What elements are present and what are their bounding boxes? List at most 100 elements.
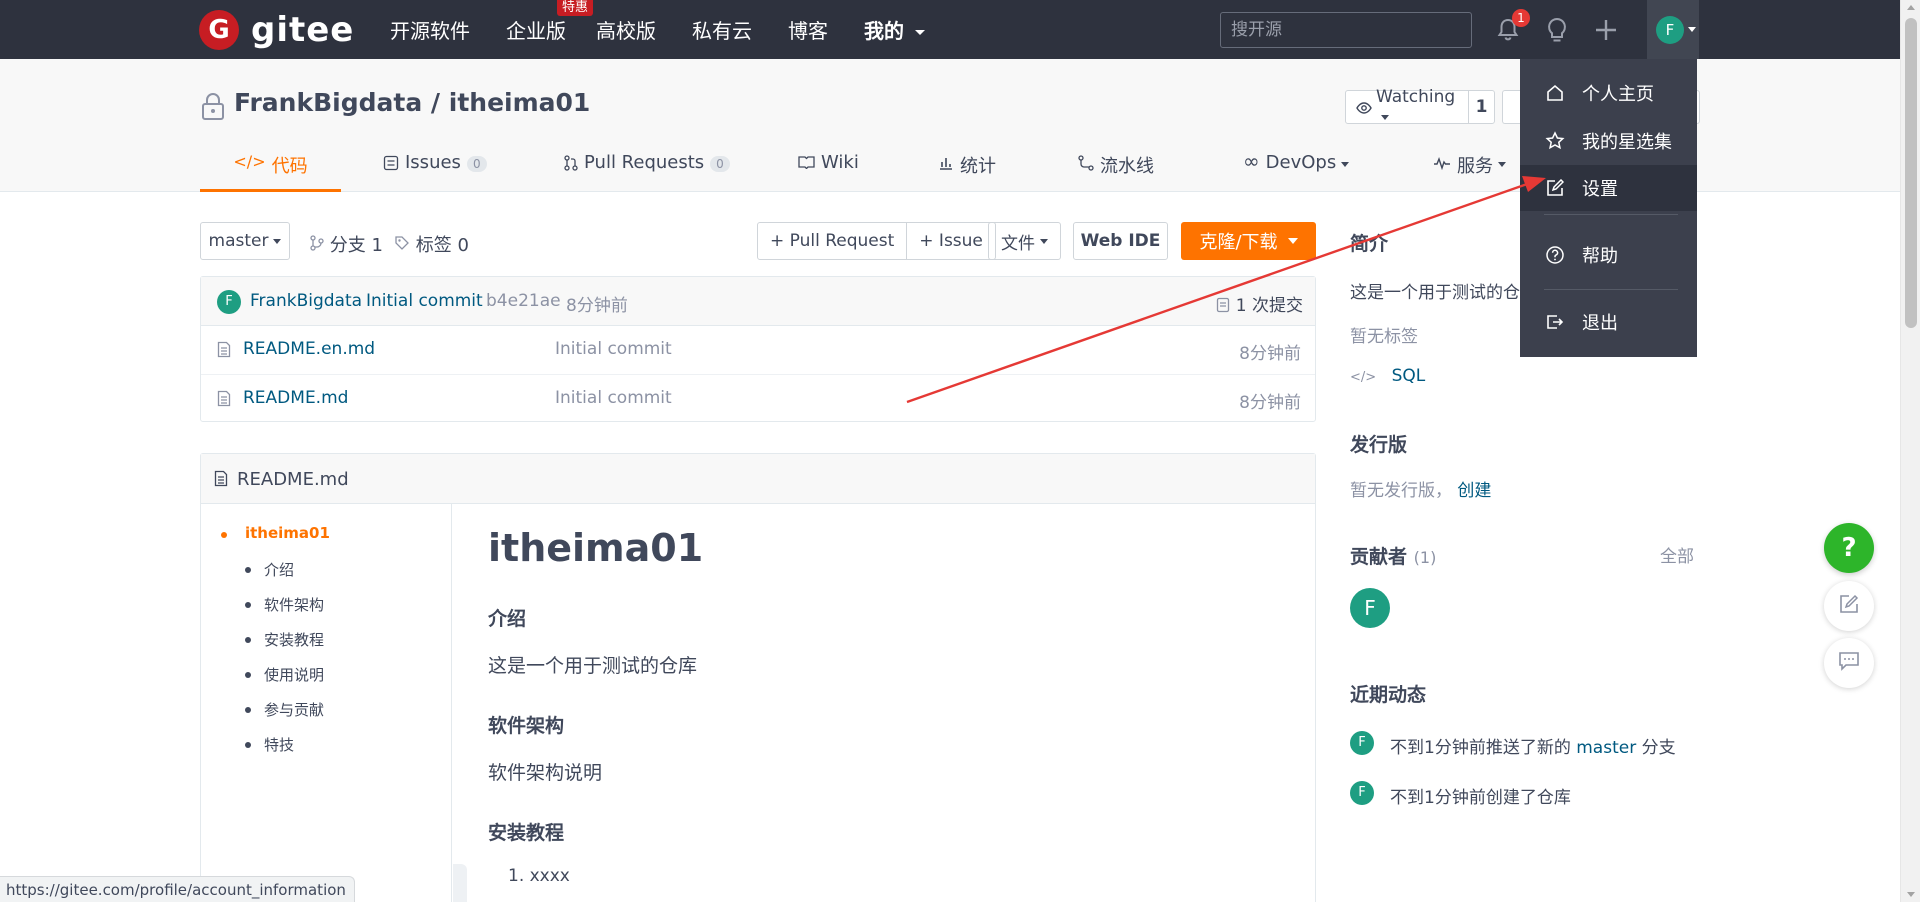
latest-commit-bar: F FrankBigdata Initial commit b4e21ae 8分…	[201, 277, 1315, 326]
service-icon	[1433, 152, 1451, 174]
menu-item-stars[interactable]: 我的星选集	[1520, 118, 1697, 164]
chat-fab-button[interactable]	[1824, 638, 1874, 688]
web-ide-button[interactable]: Web IDE	[1073, 222, 1168, 260]
repo-title[interactable]: FrankBigdata / itheima01	[234, 88, 590, 117]
no-tags-text: 暂无标签	[1350, 327, 1418, 347]
gitee-logo[interactable]: G gitee	[199, 10, 354, 50]
activity-branch-link[interactable]: master	[1576, 738, 1636, 758]
sidebar-release-heading: 发行版	[1350, 434, 1408, 456]
nav-private-cloud[interactable]: 私有云	[692, 15, 752, 44]
pull-request-icon	[564, 152, 578, 175]
branches-count: 分支 1	[329, 235, 383, 256]
tab-stats[interactable]: 统计	[938, 144, 996, 192]
all-contributors-link[interactable]: 全部	[1660, 542, 1694, 567]
branch-selector-label: master	[208, 231, 269, 251]
pull-requests-count-badge: 0	[710, 156, 730, 172]
tab-issues[interactable]: Issues 0	[383, 144, 487, 192]
toc-item[interactable]: 软件架构	[264, 594, 324, 615]
menu-item-profile[interactable]: 个人主页	[1520, 70, 1697, 116]
menu-item-label: 退出	[1582, 313, 1618, 334]
user-menu-button[interactable]: F	[1647, 0, 1699, 59]
avatar[interactable]: F	[1350, 781, 1374, 805]
toc-item[interactable]: 介绍	[264, 559, 294, 580]
nav-enterprise[interactable]: 企业版 特惠	[506, 0, 594, 44]
toc-item[interactable]: 使用说明	[264, 664, 324, 685]
tab-service[interactable]: 服务	[1433, 144, 1506, 192]
sidebar-intro-heading: 简介	[1350, 233, 1389, 255]
menu-item-settings[interactable]: 设置	[1520, 165, 1697, 211]
tab-code[interactable]: </> 代码	[200, 144, 341, 192]
commits-icon	[1216, 296, 1235, 316]
commit-author[interactable]: FrankBigdata	[250, 291, 362, 311]
new-pull-request-button[interactable]: + Pull Request	[758, 223, 906, 259]
file-name[interactable]: README.md	[243, 388, 348, 408]
toc-item[interactable]: itheima01	[245, 524, 330, 542]
file-commit-message[interactable]: Initial commit	[555, 339, 672, 359]
file-commit-message[interactable]: Initial commit	[555, 388, 672, 408]
menu-item-logout[interactable]: 退出	[1520, 299, 1697, 345]
nav-blog[interactable]: 博客	[788, 15, 828, 44]
toc-bullet	[245, 742, 251, 748]
avatar[interactable]: F	[217, 290, 241, 314]
language-link[interactable]: </> SQL	[1350, 366, 1425, 386]
readme-toc: itheima01 介绍 软件架构 安装教程 使用说明 参与贡献 特技	[201, 504, 452, 902]
nav-mine[interactable]: 我的	[864, 15, 925, 44]
file-name[interactable]: README.en.md	[243, 339, 375, 359]
eye-icon	[1356, 100, 1372, 120]
clone-download-button[interactable]: 克隆/下载	[1181, 222, 1316, 260]
contributors-count: (1)	[1413, 548, 1437, 567]
star-button[interactable]	[1502, 90, 1522, 124]
edit-icon	[1544, 177, 1566, 199]
nav-university[interactable]: 高校版	[596, 15, 656, 44]
commit-count-link[interactable]: 1 次提交	[1216, 291, 1303, 316]
toc-item[interactable]: 安装教程	[264, 629, 324, 650]
new-issue-button[interactable]: + Issue	[906, 223, 995, 259]
file-time: 8分钟前	[1239, 344, 1301, 364]
toc-item[interactable]: 特技	[264, 734, 294, 755]
avatar[interactable]: F	[1350, 731, 1374, 755]
file-icon	[214, 470, 228, 492]
nav-enterprise-label: 企业版	[506, 19, 566, 43]
lock-icon	[200, 91, 226, 126]
tab-devops[interactable]: ∞ DevOps	[1243, 144, 1350, 192]
help-fab-button[interactable]: ?	[1824, 523, 1874, 573]
toc-item[interactable]: 参与贡献	[264, 699, 324, 720]
commit-message[interactable]: Initial commit	[366, 291, 483, 311]
commit-hash[interactable]: b4e21ae	[486, 291, 561, 311]
tab-wiki[interactable]: Wiki	[798, 144, 859, 192]
release-info: 暂无发行版， 创建	[1350, 476, 1491, 501]
status-bar-url: https://gitee.com/profile/account_inform…	[0, 876, 355, 902]
issues-icon	[383, 152, 399, 175]
pipeline-icon	[1078, 152, 1094, 175]
nav-open-source[interactable]: 开源软件	[390, 15, 470, 44]
branch-selector[interactable]: master	[200, 222, 290, 260]
readme-filename: README.md	[237, 469, 349, 490]
tab-pull-requests[interactable]: Pull Requests 0	[564, 144, 730, 192]
lightbulb-icon[interactable]	[1541, 14, 1573, 46]
file-row[interactable]: README.en.md Initial commit 8分钟前	[201, 326, 1315, 373]
file-row[interactable]: README.md Initial commit 8分钟前	[201, 374, 1315, 421]
scrollbar-thumb[interactable]	[1905, 18, 1917, 328]
scroll-down-icon[interactable]	[1907, 892, 1915, 897]
create-release-link[interactable]: 创建	[1457, 481, 1491, 501]
stats-icon	[938, 152, 954, 175]
avatar[interactable]: F	[1350, 588, 1390, 628]
plus-icon[interactable]	[1590, 14, 1622, 46]
menu-divider	[1544, 289, 1678, 290]
toc-collapse-handle[interactable]	[453, 864, 467, 902]
readme-paragraph: 软件架构说明	[488, 762, 603, 784]
page-scrollbar[interactable]	[1900, 0, 1920, 902]
scroll-up-icon[interactable]	[1907, 5, 1915, 10]
tags-link[interactable]: 标签 0	[394, 231, 469, 257]
branches-link[interactable]: 分支 1	[310, 231, 383, 257]
feedback-fab-button[interactable]	[1824, 581, 1874, 631]
watch-button[interactable]: Watching 1	[1345, 87, 1495, 124]
menu-item-label: 帮助	[1582, 246, 1618, 267]
file-menu-button[interactable]: 文件	[988, 222, 1061, 260]
user-dropdown-menu: 个人主页 我的星选集 设置 帮助 退出	[1520, 59, 1697, 357]
toc-bullet	[245, 637, 251, 643]
search-input[interactable]	[1220, 12, 1472, 48]
contributors-title: 贡献者	[1350, 546, 1408, 568]
tab-pipeline[interactable]: 流水线	[1078, 144, 1154, 192]
menu-item-help[interactable]: 帮助	[1520, 232, 1697, 278]
